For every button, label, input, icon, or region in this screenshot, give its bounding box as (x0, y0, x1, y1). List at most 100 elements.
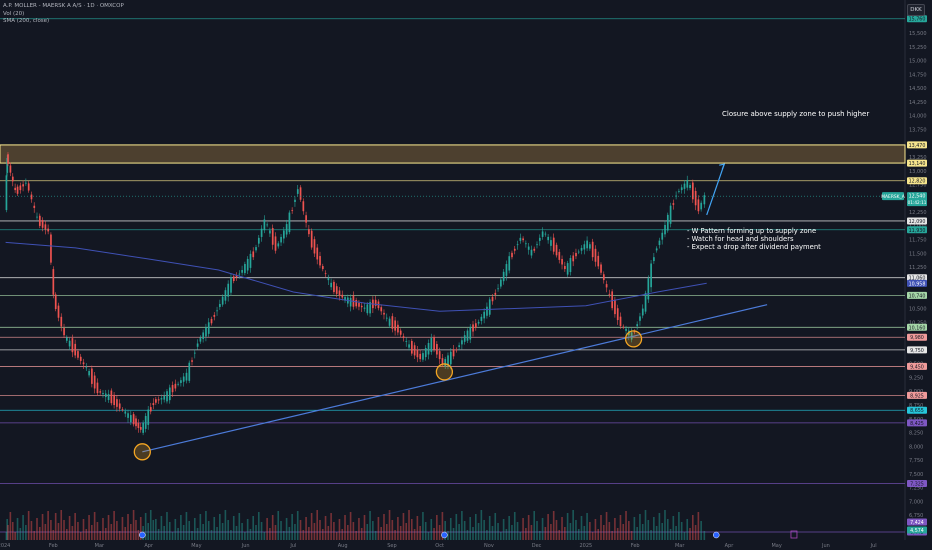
candle-body (219, 303, 221, 308)
x-tick-label: May (771, 543, 781, 549)
y-tick-label: 10,500 (909, 307, 927, 313)
legend-panel: A.P. MOLLER - MAERSK A A/S · 1D · OMXCOP… (3, 3, 124, 26)
volume-bar (266, 518, 268, 540)
volume-bar (99, 531, 101, 540)
candle-body (50, 234, 52, 263)
candle-body (405, 341, 408, 342)
candle-body (19, 185, 22, 191)
price-level-tag-label: 8,655 (910, 408, 924, 414)
volume-bar (110, 524, 113, 540)
currency-button[interactable]: DKK (907, 4, 925, 16)
volume-bar (299, 520, 302, 540)
supply-zone-note: Closure above supply zone to push higher (722, 110, 869, 118)
volume-bar (455, 514, 458, 540)
volume-bar (33, 531, 36, 540)
volume-bar (525, 528, 527, 540)
volume-bar (257, 512, 260, 540)
volume-bar (675, 526, 677, 540)
volume-bar (363, 515, 366, 540)
volume-bar (252, 516, 255, 540)
y-tick-label: 7,500 (909, 472, 923, 478)
candle-body (491, 296, 494, 302)
volume-bar (385, 524, 388, 540)
candle-body (666, 214, 669, 231)
volume-bar (522, 518, 524, 540)
candle-body (497, 288, 499, 290)
support-marker-circle (435, 363, 454, 381)
volume-bar (689, 528, 691, 540)
price-level-tag-label: 8,925 (910, 393, 924, 399)
volume-bar (327, 526, 330, 540)
candle-body (641, 308, 644, 316)
y-tick-label: 11,250 (909, 265, 927, 271)
volume-bar (36, 518, 38, 540)
candle-body (636, 324, 639, 327)
volume-bar (38, 527, 41, 540)
candle-body (474, 323, 477, 328)
volume-bar (461, 511, 463, 540)
candle-body (614, 299, 616, 315)
volume-bar (486, 530, 488, 540)
volume-bar (658, 513, 661, 540)
analysis-note-line: - W Pattern forming up to supply zone (687, 227, 816, 235)
candle-body (177, 383, 179, 385)
volume-bar (235, 526, 238, 540)
candle-body (244, 264, 246, 274)
volume-bar (118, 531, 121, 540)
volume-bar (127, 514, 129, 540)
volume-bar (294, 524, 296, 540)
analysis-note-line: - Expect a drop after dividend payment (687, 243, 821, 251)
price-level-tag-label: 15,760 (909, 17, 926, 23)
volume-bar (60, 510, 63, 540)
chart-area[interactable]: 15,75015,50015,25015,00014,75014,50014,2… (0, 0, 932, 550)
volume-bar (269, 528, 271, 540)
volume-bar (672, 516, 675, 540)
volume-bar (650, 530, 652, 540)
volume-bar (352, 522, 355, 540)
candle-body (397, 324, 399, 333)
x-tick-label: Jul (870, 543, 877, 549)
volume-bar (678, 512, 680, 540)
candle-body (669, 205, 672, 224)
volume-bar (255, 525, 257, 540)
y-tick-label: 14,000 (909, 114, 927, 120)
volume-bar (202, 524, 204, 540)
candle-body (508, 256, 511, 271)
candle-body (319, 256, 321, 266)
volume-bar (664, 510, 666, 540)
volume-bar (291, 514, 293, 540)
candle-body (107, 393, 110, 400)
candle-body (335, 286, 338, 294)
candle-body (458, 345, 460, 347)
x-tick-label: May (191, 543, 201, 549)
volume-bar (580, 516, 583, 540)
event-marker-icon (712, 531, 720, 539)
candle-body (302, 201, 305, 212)
volume-bar (219, 514, 221, 540)
candle-body (608, 293, 611, 295)
candle-body (678, 191, 680, 192)
volume-bar (550, 524, 552, 540)
volume-bar (238, 513, 241, 540)
volume-bar (452, 528, 455, 540)
candle-body (402, 336, 405, 338)
candle-body (79, 356, 82, 361)
candle-body (616, 308, 619, 321)
volume-bar (188, 521, 191, 540)
candle-body (383, 312, 385, 315)
candle-body (366, 304, 369, 314)
volume-bar (424, 522, 427, 540)
candle-body (246, 258, 249, 271)
candle-body (224, 290, 227, 301)
candle-body (205, 327, 207, 337)
volume-bar (82, 519, 85, 540)
price-level-tag-label: 12,090 (909, 219, 926, 225)
candle-body (124, 411, 127, 414)
volume-bar (308, 527, 310, 540)
candle-body (137, 422, 140, 428)
y-tick-label: 15,000 (909, 59, 927, 65)
candle-body (271, 228, 274, 245)
price-chart[interactable]: 15,75015,50015,25015,00014,75014,50014,2… (0, 0, 932, 550)
volume-bar (88, 515, 90, 540)
volume-bar (193, 518, 196, 540)
